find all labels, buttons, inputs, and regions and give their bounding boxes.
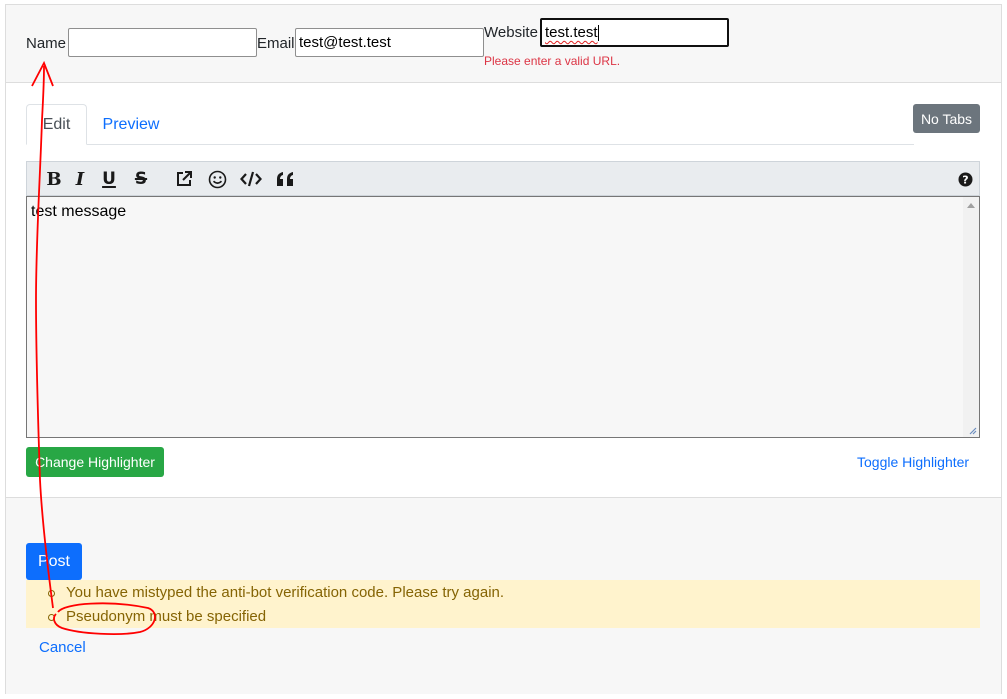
error-item: Pseudonym must be specified (48, 608, 266, 625)
scroll-up-arrow-icon[interactable] (967, 203, 975, 208)
error-item: You have mistyped the anti-bot verificat… (48, 584, 504, 601)
website-error: Please enter a valid URL. (484, 54, 621, 68)
strikethrough-icon[interactable]: S (129, 167, 153, 191)
message-text: test message (31, 203, 127, 220)
cancel-link[interactable]: Cancel (39, 639, 86, 656)
help-icon[interactable]: ? (953, 167, 977, 191)
editor-scrollbar[interactable] (963, 197, 979, 437)
name-input[interactable] (68, 28, 257, 57)
italic-icon[interactable]: I (68, 167, 92, 191)
resize-grip-icon[interactable] (967, 425, 977, 435)
editor-toolbar: B I U S ? (26, 161, 980, 196)
svg-text:?: ? (962, 173, 968, 186)
post-button[interactable]: Post (26, 543, 82, 580)
message-textarea[interactable]: test message (26, 196, 980, 438)
smiley-icon[interactable] (205, 167, 229, 191)
tab-preview[interactable]: Preview (98, 104, 164, 145)
change-highlighter-button[interactable]: Change Highlighter (26, 447, 164, 477)
quote-icon[interactable] (274, 167, 298, 191)
underline-icon[interactable]: U (97, 167, 121, 191)
bullet-icon (48, 590, 55, 597)
bold-icon[interactable]: B (42, 167, 66, 191)
name-label: Name (26, 35, 67, 52)
external-link-icon[interactable] (172, 167, 196, 191)
no-tabs-button[interactable]: No Tabs (913, 104, 980, 133)
tab-edit[interactable]: Edit (26, 104, 87, 145)
website-input[interactable]: test.test (540, 18, 729, 47)
bullet-icon (48, 614, 55, 621)
website-label: Website (484, 24, 538, 41)
email-label: Email (257, 35, 295, 52)
email-input[interactable]: test@test.test (295, 28, 484, 57)
code-icon[interactable] (239, 167, 263, 191)
error-alert: You have mistyped the anti-bot verificat… (26, 580, 980, 628)
toggle-highlighter-link[interactable]: Toggle Highlighter (857, 454, 969, 470)
